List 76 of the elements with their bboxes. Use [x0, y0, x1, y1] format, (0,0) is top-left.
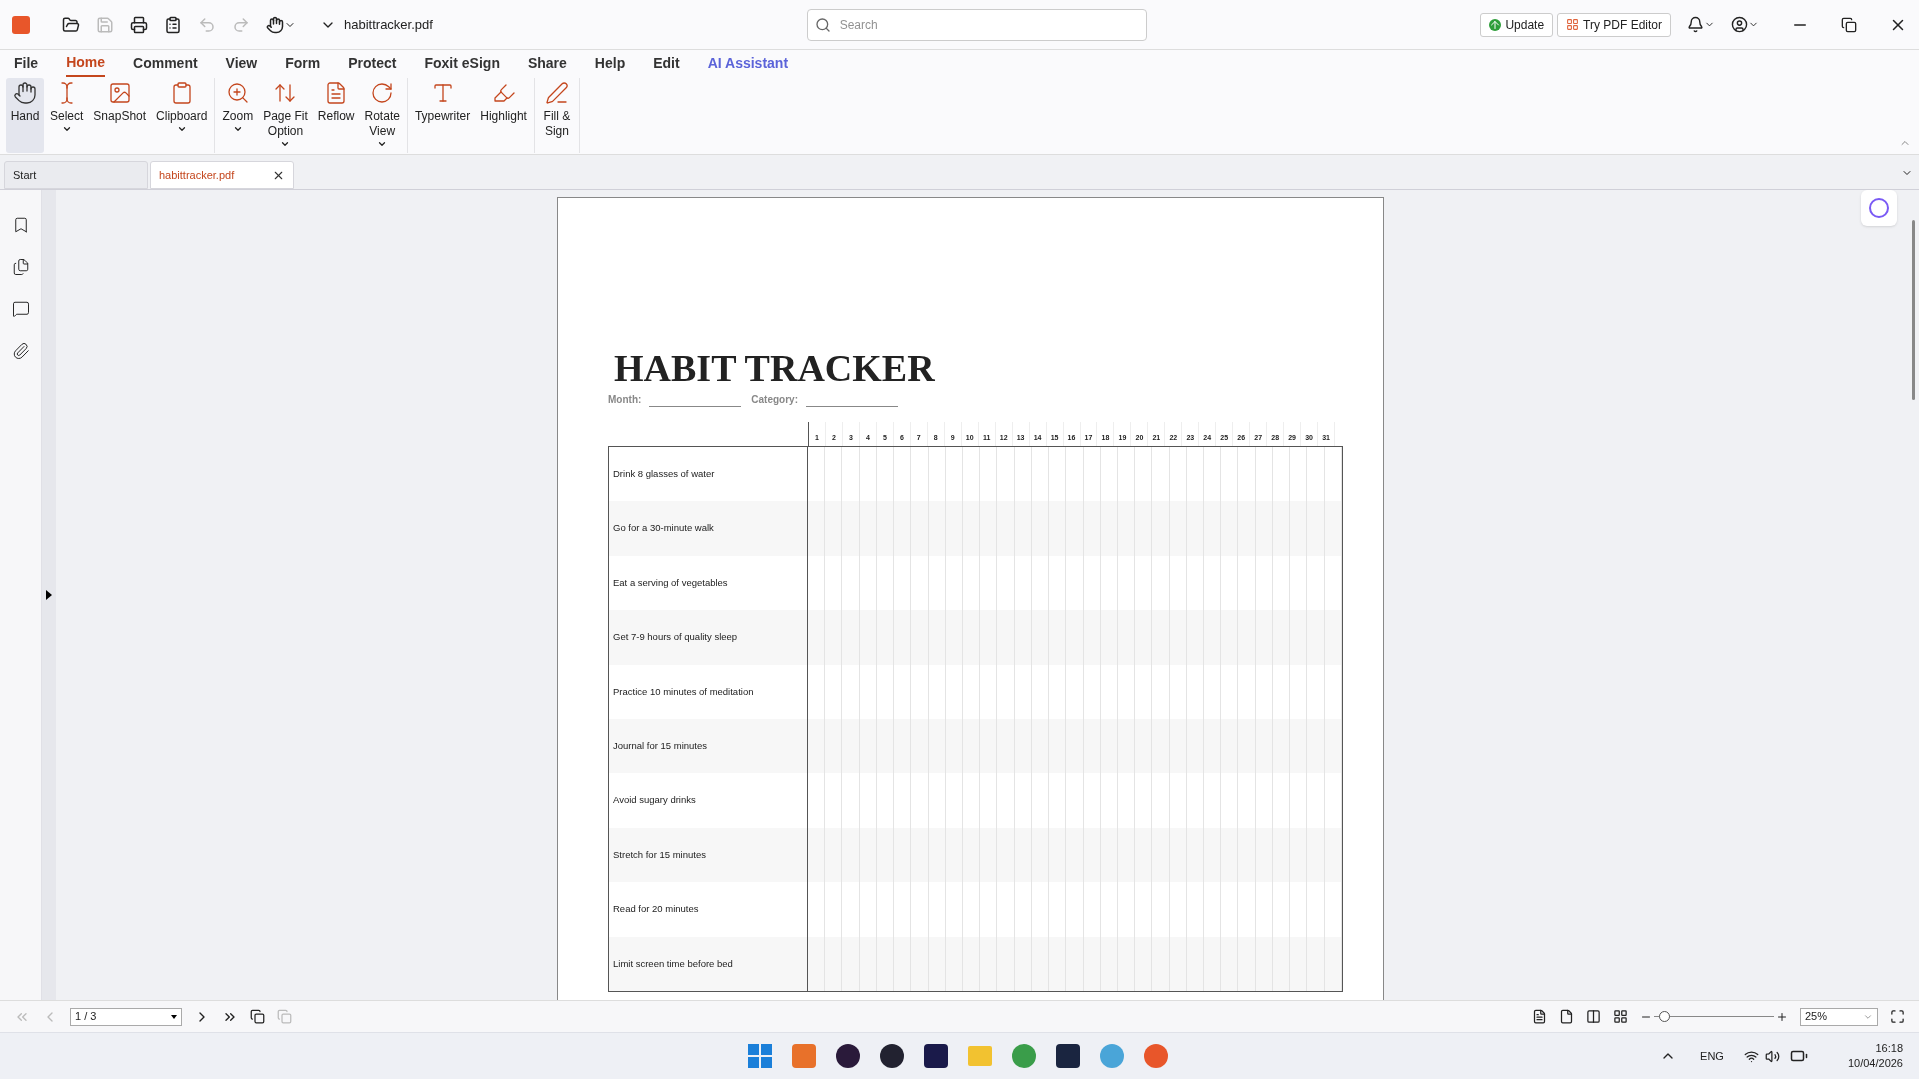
- ribbon-button[interactable]: Reflow: [313, 78, 359, 153]
- document-icon[interactable]: [164, 15, 182, 34]
- grid-icon: [1566, 18, 1580, 31]
- zoom-in-icon: [225, 81, 250, 105]
- pen-icon: [544, 81, 569, 105]
- print-icon[interactable]: [130, 15, 148, 34]
- comment-icon[interactable]: [11, 300, 30, 318]
- single-page-icon[interactable]: [1532, 1009, 1547, 1024]
- taskbar-app-icon[interactable]: [1053, 1041, 1083, 1071]
- ribbon-button[interactable]: Typewriter: [410, 78, 475, 153]
- ribbon-button[interactable]: Zoom: [218, 78, 258, 153]
- document-tab[interactable]: habittracker.pdf: [150, 161, 294, 189]
- ribbon-button[interactable]: Fill & Sign: [537, 78, 576, 153]
- ribbon-button[interactable]: Select: [46, 78, 88, 153]
- full-screen-icon[interactable]: [1890, 1009, 1905, 1024]
- clock[interactable]: 16:18 10/04/2026: [1847, 1041, 1903, 1071]
- ribbon-button[interactable]: SnapShot: [89, 78, 151, 153]
- try-editor-button[interactable]: Try PDF Editor: [1557, 12, 1671, 37]
- habit-label: Read for 20 minutes: [609, 882, 808, 937]
- caret-icon: [171, 1014, 177, 1019]
- hand-dropdown[interactable]: [266, 15, 296, 34]
- taskbar-app-icon[interactable]: [921, 1041, 951, 1071]
- zoom-in-icon[interactable]: [1776, 1010, 1788, 1023]
- menu-tab[interactable]: File: [14, 50, 39, 77]
- language-indicator[interactable]: ENG: [1700, 1047, 1724, 1065]
- habit-label: Get 7-9 hours of quality sleep: [609, 610, 808, 665]
- attachment-icon[interactable]: [11, 342, 30, 360]
- zoom-slider-thumb[interactable]: [1658, 1011, 1670, 1022]
- open-folder-icon[interactable]: [62, 15, 80, 34]
- menu-tab[interactable]: Form: [285, 50, 321, 77]
- menu-tab[interactable]: Protect: [348, 50, 397, 77]
- app-logo-icon: [12, 15, 30, 34]
- previous-view-icon[interactable]: [250, 1009, 265, 1024]
- zoom-field[interactable]: 25%: [1800, 1007, 1878, 1026]
- search-icon: [814, 16, 831, 33]
- scrollbar-thumb[interactable]: [1912, 220, 1915, 400]
- habit-label: Avoid sugary drinks: [609, 773, 808, 828]
- habit-label: Go for a 30-minute walk: [609, 501, 808, 556]
- restore-icon[interactable]: [1841, 16, 1857, 33]
- expand-panel-icon[interactable]: [46, 590, 52, 600]
- start-icon[interactable]: [745, 1041, 775, 1071]
- account-dropdown[interactable]: [1731, 16, 1759, 33]
- menu-tab[interactable]: View: [225, 50, 258, 77]
- menu-tab[interactable]: Comment: [133, 50, 198, 77]
- menu-tab[interactable]: Home: [66, 50, 106, 77]
- ai-assistant-icon[interactable]: [1861, 190, 1897, 226]
- menu-tab[interactable]: Foxit eSign: [424, 50, 500, 77]
- notification-dropdown[interactable]: [1687, 16, 1715, 33]
- month-label: Month:: [608, 393, 642, 407]
- ribbon-button[interactable]: Highlight: [476, 78, 531, 153]
- menu-tab[interactable]: Edit: [653, 50, 680, 77]
- ribbon-button[interactable]: Rotate View: [360, 78, 404, 153]
- continuous-facing-icon[interactable]: [1613, 1009, 1628, 1024]
- wifi-icon[interactable]: [1743, 1048, 1759, 1064]
- update-button[interactable]: Update: [1480, 12, 1554, 37]
- facing-page-icon[interactable]: [1586, 1009, 1601, 1024]
- document-title: HABIT TRACKER: [614, 346, 936, 390]
- picture-frame-icon: [107, 81, 132, 105]
- rotate-icon: [370, 81, 395, 105]
- pages-icon[interactable]: [11, 258, 30, 276]
- menu-tab[interactable]: AI Assistant: [707, 50, 789, 77]
- page-number-field[interactable]: 1 / 3: [70, 1007, 182, 1026]
- ribbon-button[interactable]: Hand: [6, 78, 44, 153]
- hand-icon: [13, 81, 37, 105]
- ribbon-button[interactable]: Clipboard: [152, 78, 212, 153]
- habit-label: Practice 10 minutes of meditation: [609, 664, 808, 719]
- menu-tab[interactable]: Share: [527, 50, 567, 77]
- file-name: habittracker.pdf: [344, 15, 433, 34]
- search-field[interactable]: Search: [806, 8, 1147, 41]
- habit-label: Limit screen time before bed: [609, 936, 808, 991]
- document-tab[interactable]: Start: [4, 161, 148, 189]
- menu-tab[interactable]: Help: [594, 50, 626, 77]
- volume-icon[interactable]: [1764, 1048, 1780, 1064]
- ribbon-button[interactable]: Page Fit Option: [259, 78, 312, 153]
- continuous-page-icon[interactable]: [1559, 1009, 1574, 1024]
- category-label: Category:: [751, 393, 798, 407]
